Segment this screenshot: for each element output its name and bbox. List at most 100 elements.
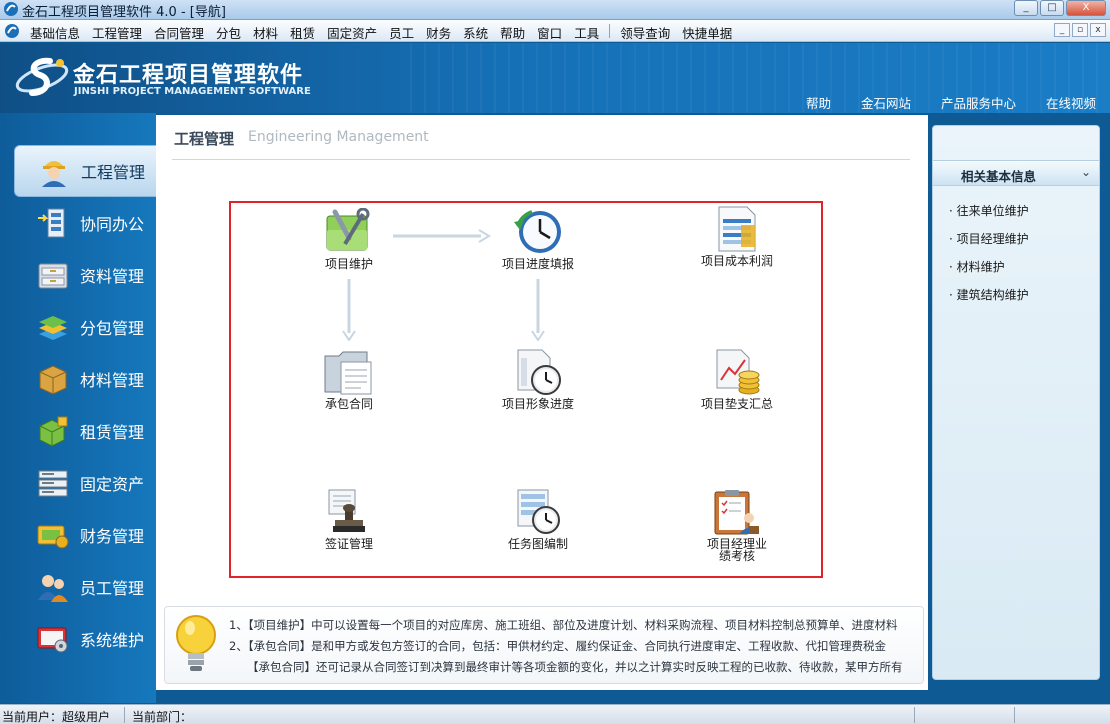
subcontract-icon [39, 316, 67, 340]
menu-fixed-assets[interactable]: 固定资产 [321, 23, 383, 42]
arrow-down-icon [342, 279, 356, 341]
menu-leader-query[interactable]: 领导查询 [614, 23, 676, 42]
nav-label: 协同办公 [80, 215, 145, 234]
visual-progress-button[interactable]: 项目形象进度 [478, 348, 598, 410]
menu-subcontract[interactable]: 分包 [210, 23, 247, 42]
minimize-button[interactable]: _ [1014, 0, 1038, 16]
menu-help[interactable]: 帮助 [494, 23, 531, 42]
nav-item-finance[interactable]: 财务管理 [14, 509, 156, 561]
clock-refresh-icon [514, 210, 561, 253]
office-icon [38, 208, 65, 238]
child-close-button[interactable]: x [1090, 23, 1106, 37]
stamp-icon [328, 489, 365, 532]
nav-item-staff[interactable]: 员工管理 [14, 561, 156, 613]
status-separator [914, 707, 915, 723]
nav-label: 分包管理 [80, 319, 145, 338]
status-separator [1014, 707, 1015, 723]
service-center-link[interactable]: 产品服务中心 [941, 93, 1016, 112]
menu-finance[interactable]: 财务 [420, 23, 457, 42]
server-rack-icon [38, 470, 68, 497]
document-folder-icon [324, 351, 372, 395]
chart-coins-icon [716, 349, 760, 395]
menu-staff[interactable]: 员工 [383, 23, 420, 42]
advance-summary-button[interactable]: 项目垫支汇总 [677, 348, 797, 410]
nav-item-material[interactable]: 材料管理 [14, 353, 156, 405]
node-label: 项目成本利润 [700, 254, 773, 268]
close-button[interactable]: X [1066, 0, 1106, 16]
menu-lease[interactable]: 租赁 [284, 23, 321, 42]
online-video-link[interactable]: 在线视频 [1046, 93, 1096, 112]
status-bar: 当前用户：超级用户 当前部门： [0, 704, 1110, 724]
menu-window[interactable]: 窗口 [531, 23, 568, 42]
related-info-title: 相关基本信息 [961, 169, 1037, 184]
nav-label: 租赁管理 [80, 423, 145, 442]
title-divider [172, 159, 910, 160]
nav-label: 资料管理 [80, 267, 145, 286]
nav-item-office[interactable]: 协同办公 [14, 197, 156, 249]
link-pm-maintain[interactable]: · 项目经理维护 [949, 230, 1029, 258]
clipboard-manager-icon [714, 490, 759, 535]
menu-system[interactable]: 系统 [457, 23, 494, 42]
menu-material[interactable]: 材料 [247, 23, 284, 42]
status-separator [124, 707, 125, 723]
node-label: 任务图编制 [507, 537, 568, 551]
collapse-chevron-icon[interactable]: ⌄ [1081, 165, 1091, 179]
pm-evaluation-button[interactable]: 项目经理业 绩考核 [677, 488, 797, 562]
related-info-panel: 相关基本信息 ⌄ · 往来单位维护 · 项目经理维护 · 材料维护 · 建筑结构… [932, 125, 1100, 680]
nav-item-subcontract[interactable]: 分包管理 [14, 301, 156, 353]
logo-english-name: JINSHI PROJECT MANAGEMENT SOFTWARE [74, 86, 311, 97]
node-label: 项目进度填报 [501, 257, 574, 271]
nav-label: 系统维护 [80, 631, 145, 650]
menu-basic-info[interactable]: 基础信息 [24, 23, 86, 42]
link-structure-maintain[interactable]: · 建筑结构维护 [949, 286, 1029, 314]
spreadsheet-icon [718, 206, 756, 252]
child-restore-button[interactable]: ▫ [1072, 23, 1088, 37]
nav-item-archive[interactable]: 资料管理 [14, 249, 156, 301]
nav-item-engineering[interactable]: 工程管理 [14, 145, 156, 197]
status-current-dept: 当前部门： [132, 710, 193, 724]
link-partner-maintain[interactable]: · 往来单位维护 [949, 202, 1029, 230]
archive-icon [38, 263, 68, 289]
lightbulb-icon [176, 615, 216, 671]
task-chart-button[interactable]: 任务图编制 [478, 488, 598, 550]
page-subtitle: Engineering Management [248, 129, 429, 145]
nav-label: 固定资产 [80, 475, 145, 494]
workflow-diagram: 项目维护 项目进度填报 项目成本利润 承包合同 项目形象进度 项目垫支汇总 签证… [229, 201, 823, 578]
node-label-line-2: 绩考核 [718, 549, 755, 563]
tip-line-2: 2、【承包合同】是和甲方或发包方签订的合同，包括：甲供材约定、履约保证金、合同执… [229, 639, 887, 653]
window-title: 金石工程项目管理软件 4.0 - [导航] [22, 5, 226, 20]
menu-bar: 基础信息 工程管理 合同管理 分包 材料 租赁 固定资产 员工 财务 系统 帮助… [0, 20, 1110, 42]
link-material-maintain[interactable]: · 材料维护 [949, 258, 1029, 286]
cost-profit-button[interactable]: 项目成本利润 [677, 205, 797, 267]
menu-separator [609, 24, 611, 38]
nav-label: 员工管理 [80, 579, 145, 598]
app-menu-icon[interactable] [4, 23, 20, 39]
menu-tools[interactable]: 工具 [568, 23, 605, 42]
arrow-down-icon [531, 279, 545, 341]
nav-item-system[interactable]: 系统维护 [14, 613, 156, 665]
nav-item-fixed-assets[interactable]: 固定资产 [14, 457, 156, 509]
related-info-header[interactable]: 相关基本信息 ⌄ [933, 160, 1099, 186]
tips-panel: 1、【项目维护】中可以设置每一个项目的对应库房、施工班组、部位及进度计划、材料采… [164, 606, 924, 684]
menu-contract[interactable]: 合同管理 [148, 23, 210, 42]
website-link[interactable]: 金石网站 [861, 93, 911, 112]
system-icon [37, 627, 68, 653]
help-link[interactable]: 帮助 [806, 93, 831, 112]
child-minimize-button[interactable]: _ [1054, 23, 1070, 37]
node-label: 签证管理 [324, 537, 373, 551]
visa-button[interactable]: 签证管理 [289, 488, 409, 550]
contract-button[interactable]: 承包合同 [289, 348, 409, 410]
window-title-bar: 金石工程项目管理软件 4.0 - [导航] _ □ X [0, 0, 1110, 20]
tip-line-1: 1、【项目维护】中可以设置每一个项目的对应库房、施工班组、部位及进度计划、材料采… [229, 618, 898, 632]
progress-fill-button[interactable]: 项目进度填报 [478, 208, 598, 270]
menu-engineering[interactable]: 工程管理 [86, 23, 148, 42]
menu-quick-docs[interactable]: 快捷单据 [676, 23, 738, 42]
node-label: 承包合同 [324, 397, 373, 411]
node-label: 项目维护 [324, 257, 373, 271]
material-box-icon [39, 365, 67, 395]
maximize-button[interactable]: □ [1040, 0, 1064, 16]
nav-item-lease[interactable]: 租赁管理 [14, 405, 156, 457]
node-label: 项目垫支汇总 [700, 397, 773, 411]
project-maintain-button[interactable]: 项目维护 [289, 208, 409, 270]
nav-label: 工程管理 [81, 163, 146, 182]
